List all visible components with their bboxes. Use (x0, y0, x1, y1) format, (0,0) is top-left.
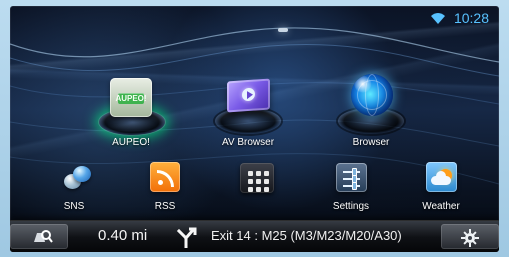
app-label-browser: Browser (352, 137, 390, 148)
home-screen: 10:28 AUPEO! AUPEO! AV Browser Browser S… (10, 6, 499, 252)
wifi-icon (430, 12, 445, 24)
status-time: 10:28 (453, 10, 489, 26)
app-sns[interactable]: SNS (45, 162, 103, 220)
map-search-button[interactable] (10, 224, 68, 249)
aupeo-icon: AUPEO! (105, 72, 157, 124)
app-browser[interactable]: Browser (330, 72, 412, 158)
browser-globe-icon (345, 72, 397, 124)
app-label-av-browser: AV Browser (221, 137, 275, 148)
app-label-rss: RSS (154, 201, 176, 212)
app-label-weather: Weather (422, 201, 460, 212)
home-page-indicator (278, 28, 288, 32)
distance-readout: 0.40 mi (98, 227, 148, 244)
route-instruction: Exit 14 : M25 (M3/M23/M20/A30) (211, 228, 402, 243)
av-browser-icon (222, 72, 274, 124)
sns-icon (59, 162, 91, 194)
app-label-aupeo: AUPEO! (112, 137, 150, 148)
app-av-browser[interactable]: AV Browser (207, 72, 289, 158)
settings-icon (336, 162, 367, 194)
app-rss[interactable]: RSS (136, 162, 194, 220)
aupeo-logo: AUPEO! (110, 78, 152, 117)
app-weather[interactable]: Weather (412, 162, 470, 220)
app-grid-button[interactable] (240, 163, 274, 193)
gear-icon (461, 229, 479, 247)
map-search-icon (34, 230, 53, 243)
status-bar: 10:28 (369, 6, 499, 30)
settings-button[interactable] (441, 224, 499, 249)
fork-turn-icon (176, 227, 197, 248)
app-label-settings: Settings (332, 201, 370, 212)
rss-feed-icon (150, 162, 180, 192)
globe-icon (351, 74, 393, 116)
chat-bubbles-icon (64, 166, 91, 191)
sun-cloud-icon (426, 162, 457, 192)
aupeo-logo-text: AUPEO! (115, 94, 147, 103)
navigation-bar: 0.40 mi Exit 14 : M25 (M3/M23/M20/A30) (10, 220, 499, 252)
weather-icon (426, 162, 457, 194)
sliders-icon (336, 163, 367, 192)
app-settings[interactable]: Settings (322, 162, 380, 220)
app-label-sns: SNS (63, 201, 85, 212)
rss-icon (150, 162, 180, 194)
app-aupeo[interactable]: AUPEO! AUPEO! (90, 72, 172, 158)
infotainment-device: 10:28 AUPEO! AUPEO! AV Browser Browser S… (0, 0, 509, 257)
play-icon (227, 78, 270, 113)
